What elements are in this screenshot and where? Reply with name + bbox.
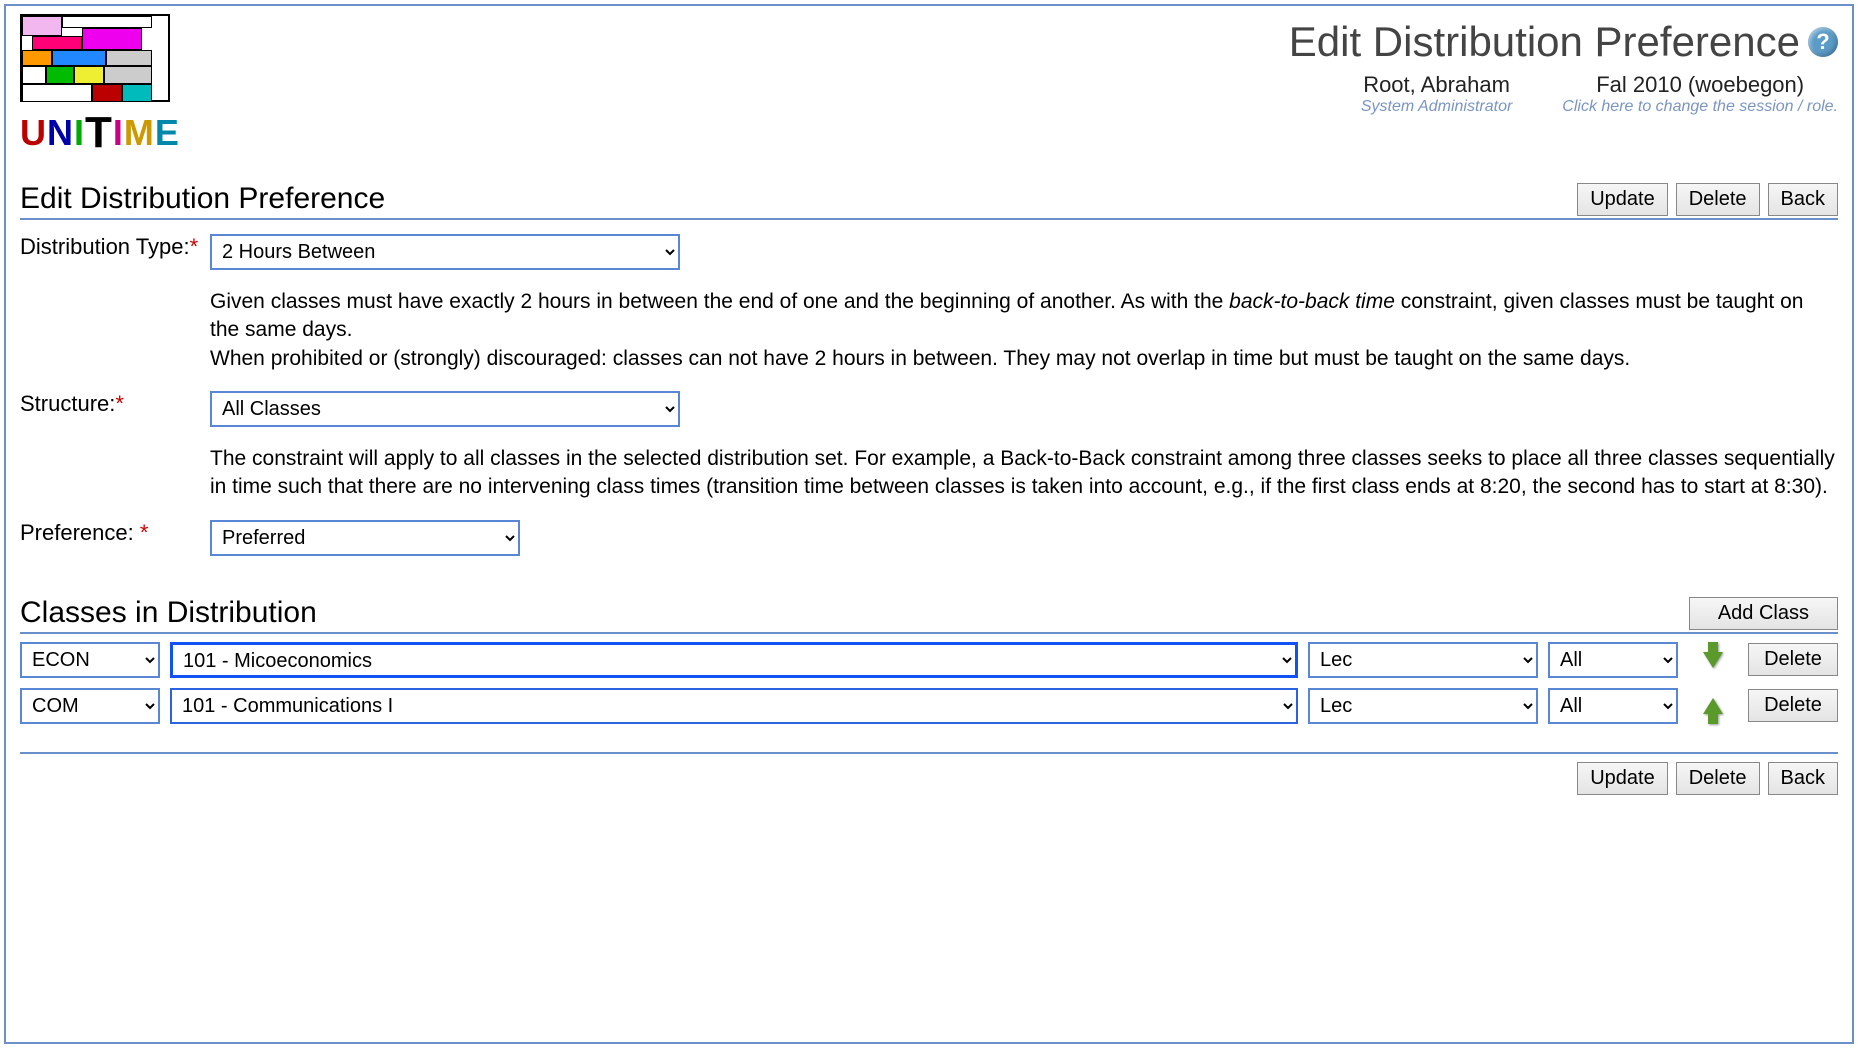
grid-logo [20, 14, 170, 102]
delete-button-bottom[interactable]: Delete [1676, 762, 1760, 795]
class-row: ECON 101 - Micoeconomics Lec All Delete [20, 642, 1838, 678]
back-button-top[interactable]: Back [1768, 183, 1838, 216]
section-title-classes: Classes in Distribution [20, 596, 317, 630]
section-select[interactable]: All [1548, 642, 1678, 678]
back-button-bottom[interactable]: Back [1768, 762, 1838, 795]
dist-type-desc: Given classes must have exactly 2 hours … [210, 288, 1838, 373]
preference-select[interactable]: Preferred [210, 520, 520, 556]
help-icon[interactable]: ? [1808, 27, 1838, 57]
type-select[interactable]: Lec [1308, 688, 1538, 724]
move-up-icon[interactable] [1703, 698, 1723, 714]
move-down-icon[interactable] [1703, 652, 1723, 668]
dist-type-label: Distribution Type:* [20, 234, 200, 270]
class-row: COM 101 - Communications I Lec All Delete [20, 688, 1838, 724]
logo-block: UNITIME [20, 14, 180, 158]
user-name: Root, Abraham [1361, 72, 1512, 98]
structure-desc: The constraint will apply to all classes… [210, 445, 1838, 502]
user-role: System Administrator [1361, 98, 1512, 116]
section-title-main: Edit Distribution Preference [20, 182, 385, 216]
row-delete-button[interactable]: Delete [1748, 643, 1838, 676]
section-select[interactable]: All [1548, 688, 1678, 724]
course-select[interactable]: 101 - Micoeconomics [170, 642, 1298, 678]
change-session-link[interactable]: Click here to change the session / role. [1562, 98, 1838, 116]
preference-label: Preference: * [20, 520, 200, 556]
add-class-button[interactable]: Add Class [1689, 597, 1838, 630]
row-delete-button[interactable]: Delete [1748, 689, 1838, 722]
update-button-top[interactable]: Update [1577, 183, 1668, 216]
session-label: Fal 2010 (woebegon) [1562, 72, 1838, 98]
course-select[interactable]: 101 - Communications I [170, 688, 1298, 724]
type-select[interactable]: Lec [1308, 642, 1538, 678]
structure-select[interactable]: All Classes [210, 391, 680, 427]
logo-wordmark: UNITIME [20, 108, 180, 158]
dist-type-select[interactable]: 2 Hours Between [210, 234, 680, 270]
page-title: Edit Distribution Preference [1289, 18, 1800, 66]
update-button-bottom[interactable]: Update [1577, 762, 1668, 795]
delete-button-top[interactable]: Delete [1676, 183, 1760, 216]
subject-select[interactable]: ECON [20, 642, 160, 678]
subject-select[interactable]: COM [20, 688, 160, 724]
structure-label: Structure:* [20, 391, 200, 427]
